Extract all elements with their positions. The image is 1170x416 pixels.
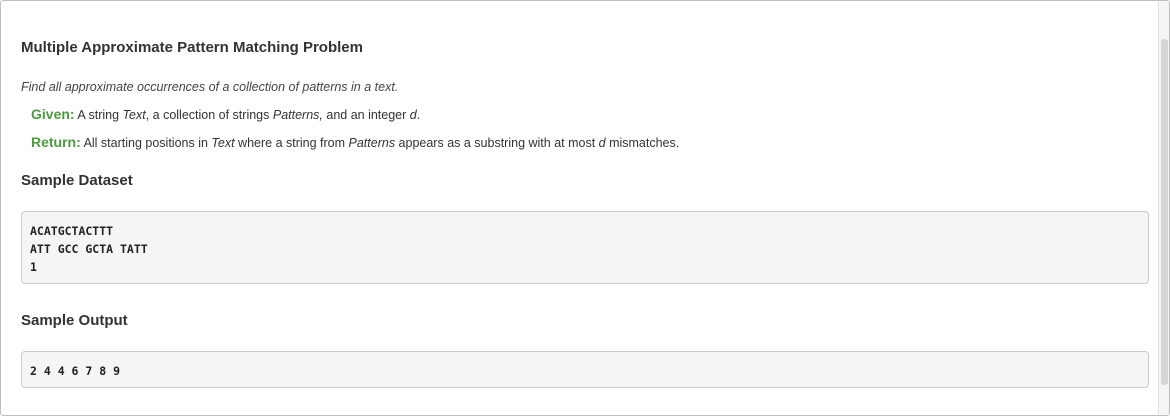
problem-panel: Multiple Approximate Pattern Matching Pr… xyxy=(0,0,1170,416)
dataset-line: ATT GCC GCTA TATT xyxy=(30,242,148,256)
return-statement: Return: All starting positions in Text w… xyxy=(31,134,679,150)
sample-dataset-box[interactable]: ACATGCTACTTT ATT GCC GCTA TATT 1 xyxy=(21,211,1149,284)
return-var-text: Text xyxy=(211,136,235,150)
return-text: All starting positions in xyxy=(80,136,212,150)
given-var-d: d xyxy=(409,108,417,122)
return-text: appears as a substring with at most xyxy=(395,136,599,150)
sample-output-box[interactable]: 2 4 4 6 7 8 9 xyxy=(21,351,1149,388)
given-keyword: Given: xyxy=(31,106,75,122)
output-line: 2 4 4 6 7 8 9 xyxy=(30,364,121,378)
sample-output-heading: Sample Output xyxy=(21,312,128,329)
given-var-patterns: Patterns, xyxy=(272,108,323,122)
given-text: , a collection of strings xyxy=(145,108,273,122)
scrollbar-thumb[interactable] xyxy=(1161,39,1168,385)
given-var-text: Text xyxy=(122,108,146,122)
dataset-line: ACATGCTACTTT xyxy=(30,224,114,238)
vertical-scrollbar[interactable] xyxy=(1158,1,1169,415)
dataset-line: 1 xyxy=(30,260,37,274)
sample-dataset-heading: Sample Dataset xyxy=(21,172,133,189)
return-text: mismatches. xyxy=(605,136,680,150)
return-text: where a string from xyxy=(234,136,349,150)
problem-intro: Find all approximate occurrences of a co… xyxy=(21,80,399,94)
given-statement: Given: A string Text, a collection of st… xyxy=(31,106,420,122)
return-keyword: Return: xyxy=(31,134,81,150)
return-var-patterns: Patterns xyxy=(348,136,396,150)
given-text: and an integer xyxy=(322,108,410,122)
problem-title: Multiple Approximate Pattern Matching Pr… xyxy=(21,39,363,56)
given-text: A string xyxy=(74,108,123,122)
given-text: . xyxy=(416,108,421,122)
return-var-d: d xyxy=(598,136,606,150)
